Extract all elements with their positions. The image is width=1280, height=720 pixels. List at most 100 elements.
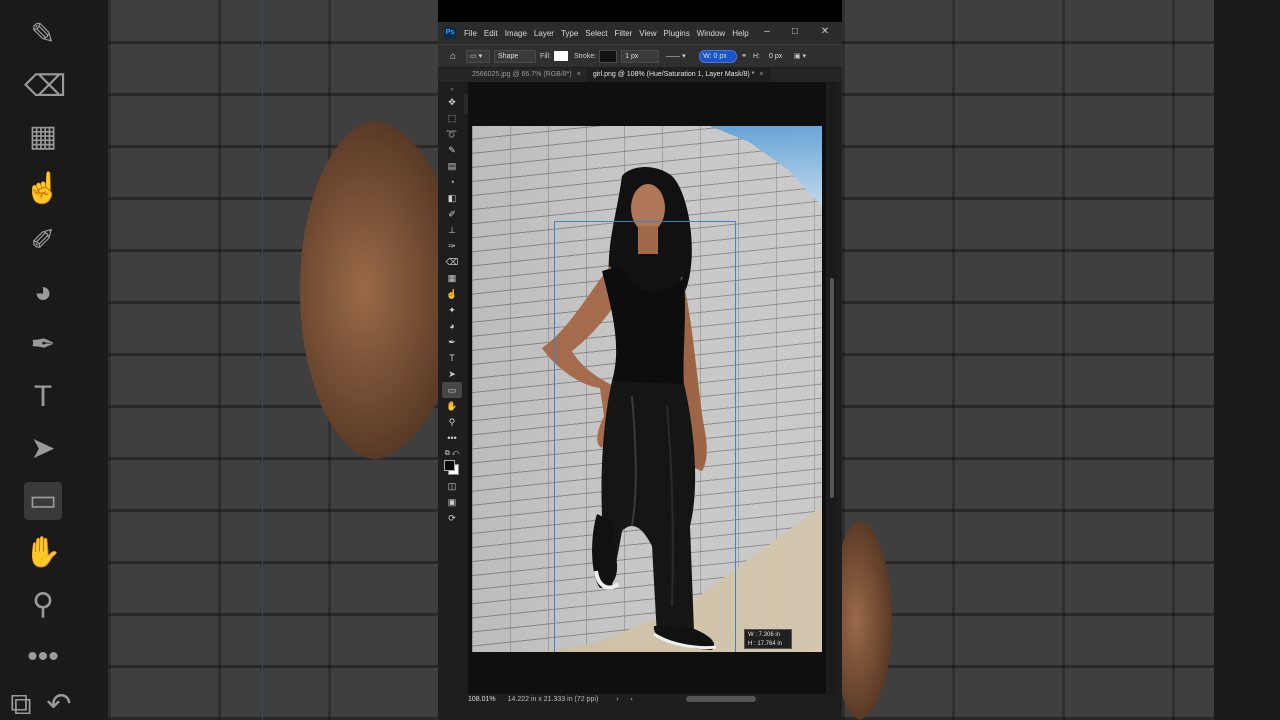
tool-preset-picker[interactable]: ▭ ▾ [466,49,491,63]
zoom-tool-icon[interactable]: ⚲ [442,414,462,430]
menu-select[interactable]: Select [585,29,607,38]
dodge-tool-icon[interactable]: ◕ [442,318,462,334]
background-left-blur: ✎ ⌫ ▦ ☝ ✐ ◕ ✒ T ➤ ▭ ✋ ⚲ ••• ⧉ ↶ [0,0,438,720]
pen-tool-icon[interactable]: ✒ [442,334,462,350]
brush-tool-icon[interactable]: ✐ [442,206,462,222]
stamp-tool-icon[interactable]: ⊥ [442,222,462,238]
rectangle-icon: ▭ [24,482,62,520]
type-tool-icon[interactable]: T [442,350,462,366]
background-panel [1214,0,1280,720]
tab-document-2[interactable]: girl.png @ 108% (Hue/Saturation 1, Layer… [586,68,770,82]
rectangle-tool-icon[interactable]: ▭ [442,382,462,398]
tab-label: girl.png @ 108% (Hue/Saturation 1, Layer… [592,71,755,78]
path-select-icon: ➤ [30,432,56,465]
background-wall [842,0,1214,720]
tooltip-height: H : 17.764 in [748,641,783,647]
horizontal-scrollbar-thumb[interactable] [686,696,756,702]
frame-tool-icon[interactable]: ▤ [442,158,462,174]
screen-mode-icon[interactable]: ▣ [442,494,462,510]
blur-tool-icon[interactable]: ✦ [442,302,462,318]
document-canvas[interactable]: W : 7.306 in H : 17.764 in [472,126,822,652]
stroke-label: Stroke: [573,52,597,60]
path-operations-icon[interactable]: ▣ ▾ [794,52,806,60]
history-brush-tool-icon[interactable]: ✑ [442,238,462,254]
pen-icon: ✒ [30,328,56,361]
tools-panel: » ✥ ⬚ ➰ ✎ ▤ ◔ ◧ ✐ ⊥ ✑ ⌫ ▦ ☝ ✦ ◕ ✒ T ➤ ▭ … [442,82,462,562]
menu-help[interactable]: Help [732,29,748,38]
swap-icon: ↶ [46,688,72,720]
menu-file[interactable]: File [464,29,477,38]
shape-selection-box[interactable] [554,221,736,652]
scroll-left-icon[interactable]: ‹ [631,696,633,703]
height-field[interactable]: 0 px [766,51,790,62]
photoshop-window: Ps File Edit Image Layer Type Select Fil… [438,22,842,720]
type-icon: T [33,380,53,413]
fill-label: Fill: [540,52,551,60]
dodge-icon: ◕ [33,276,53,309]
status-bar: 108.01% 14.222 in x 21.333 in (72 ppi) ›… [438,694,842,706]
lasso-tool-icon[interactable]: ➰ [442,126,462,142]
status-menu-icon[interactable]: › [616,696,618,703]
patch-tool-icon[interactable]: ◧ [442,190,462,206]
width-field[interactable]: W: 0 px [699,49,738,63]
menu-bar: Ps File Edit Image Layer Type Select Fil… [438,22,842,44]
tab-document-1[interactable]: 2566025.jpg @ 66.7% (RGB/8*) × [466,68,587,82]
background-right-blur [842,0,1280,720]
panel-collapse-icon[interactable]: » [442,82,462,94]
generative-icon[interactable]: ⟳ [442,510,462,526]
menu-view[interactable]: View [639,29,656,38]
zoom-level[interactable]: 108.01% [468,696,496,703]
close-icon[interactable]: ✕ [814,22,836,44]
menu-type[interactable]: Type [561,29,578,38]
color-picker[interactable] [442,458,462,478]
stroke-width-field[interactable]: 1 px [621,49,660,63]
more-tools-icon[interactable]: ••• [442,430,462,446]
home-icon[interactable]: ⌂ [450,51,456,62]
background-toolbar: ✎ ⌫ ▦ ☝ ✐ ◕ ✒ T ➤ ▭ ✋ ⚲ ••• ⧉ ↶ [0,0,108,720]
background-guide [262,0,263,720]
smudge-icon: ☝ [24,172,62,205]
eyedropper-tool-icon[interactable]: ◔ [442,174,462,190]
menu-filter[interactable]: Filter [615,29,633,38]
healing-brush-icon: ✎ [30,18,56,51]
marquee-tool-icon[interactable]: ⬚ [442,110,462,126]
scrollbar-thumb[interactable] [830,278,834,498]
stroke-type-select[interactable]: —— ▾ [663,51,695,62]
document-tabs: 2566025.jpg @ 66.7% (RGB/8*) × girl.png @… [438,68,842,82]
color-swatch-icon: ⧉ [10,688,32,720]
link-icon[interactable]: ⚭ [741,52,747,60]
vertical-scrollbar[interactable] [828,82,836,694]
options-bar: ⌂ ▭ ▾ Shape Fill: Stroke: 1 px —— ▾ W: 0… [438,44,842,67]
minimize-icon[interactable]: – [756,22,778,44]
close-tab-icon[interactable]: × [759,71,763,78]
quick-select-tool-icon[interactable]: ✎ [442,142,462,158]
gradient-icon: ▦ [28,120,58,153]
maximize-icon[interactable]: □ [784,22,806,44]
gradient-tool-icon[interactable]: ▦ [442,270,462,286]
hand-icon: ✋ [24,536,62,569]
menu-window[interactable]: Window [697,29,725,38]
document-size: 14.222 in x 21.333 in (72 ppi) [507,696,599,703]
menu-plugins[interactable]: Plugins [664,29,690,38]
fill-swatch[interactable] [553,51,568,61]
height-label: H: [753,52,760,60]
zoom-icon: ⚲ [32,588,54,621]
path-select-tool-icon[interactable]: ➤ [442,366,462,382]
hand-tool-icon[interactable]: ✋ [442,398,462,414]
default-colors-icon[interactable]: ⧉ ↶ [442,446,462,458]
smudge-tool-icon[interactable]: ☝ [442,286,462,302]
eraser-tool-icon[interactable]: ⌫ [442,254,462,270]
menu-edit[interactable]: Edit [484,29,498,38]
shape-mode-select[interactable]: Shape [494,49,537,63]
move-tool-icon[interactable]: ✥ [442,94,462,110]
dimension-tooltip: W : 7.306 in H : 17.764 in [744,629,792,649]
menu-image[interactable]: Image [505,29,527,38]
foreground-color-swatch[interactable] [444,460,455,471]
stroke-swatch[interactable] [599,49,618,63]
menu-layer[interactable]: Layer [534,29,554,38]
photoshop-logo-icon: Ps [444,27,456,39]
quick-mask-icon[interactable]: ◫ [442,478,462,494]
brush-icon: ✐ [30,224,56,257]
close-tab-icon[interactable]: × [577,71,581,78]
tooltip-width: W : 7.306 in [748,632,781,638]
